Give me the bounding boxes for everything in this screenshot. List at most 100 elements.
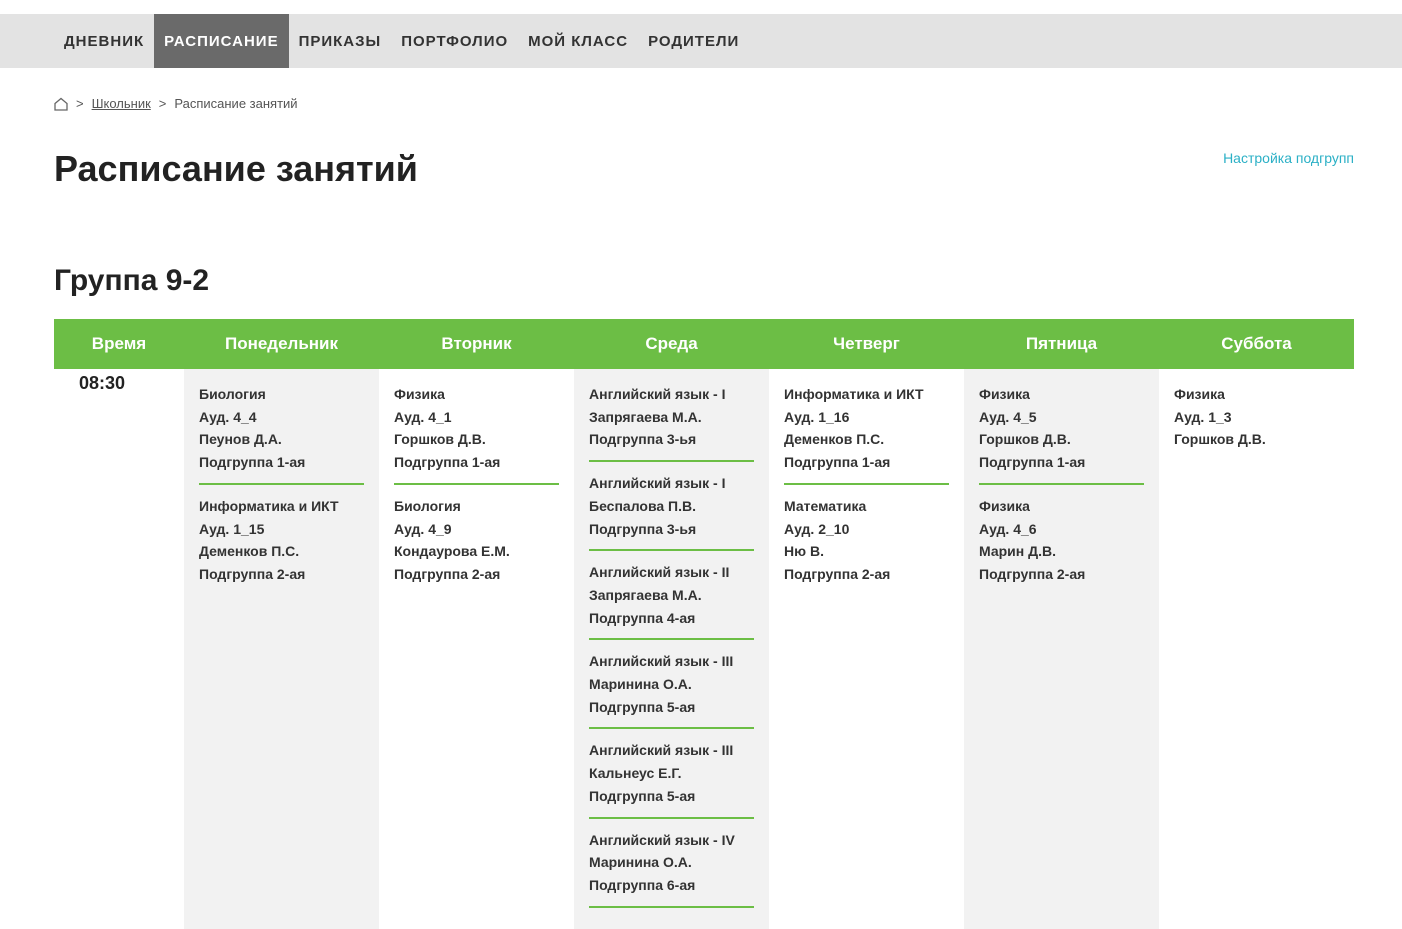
- lesson-entry[interactable]: Физика Ауд. 4_5 Горшков Д.В. Подгруппа 1-ая: [979, 383, 1144, 485]
- lesson-line: Подгруппа 6-ая: [589, 876, 696, 893]
- lesson-line: Пеунов Д.А.: [199, 431, 282, 448]
- lesson-entry[interactable]: Информатика и ИКТ Ауд. 1_16 Деменков П.С. П…: [784, 383, 949, 485]
- lesson-line: Марин Д.В.: [979, 543, 1056, 560]
- lesson-line: Подгруппа 1-ая: [199, 454, 306, 471]
- lesson-line: Английский язык - I: [589, 386, 726, 402]
- schedule-header-row: Время Понедельник Вторник Среда Четверг Пятни…: [54, 319, 1354, 369]
- lesson-entry[interactable]: Физика Ауд. 4_1 Горшков Д.В. Подгруппа 1-ая: [394, 383, 559, 485]
- lesson-line: Подгруппа 4-ая: [589, 609, 696, 626]
- lesson-line: Подгруппа 2-ая: [784, 565, 891, 582]
- lesson-line: Деменков П.С.: [784, 431, 885, 448]
- lesson-line: Подгруппа 2-ая: [394, 565, 501, 582]
- schedule-table: Время Понедельник Вторник Среда Четверг Пятни…: [54, 319, 1354, 929]
- lesson-entry[interactable]: Физика Ауд. 1_3 Горшков Д.В.: [1174, 383, 1339, 460]
- lesson-line: Биология: [394, 497, 461, 514]
- lesson-line: Ауд. 2_10: [784, 520, 850, 537]
- day-cell-5: Физика Ауд. 4_5 Горшков Д.В. Подгруппа 1-ая…: [964, 369, 1159, 929]
- lesson-line: Горшков Д.В.: [979, 431, 1071, 448]
- lesson-line: Кондаурова Е.М.: [394, 543, 510, 560]
- breadcrumb-current: Расписание занятий: [174, 96, 298, 111]
- lesson-entry[interactable]: Математика Ауд. 2_10 Ню В. Подгруппа 2-ая: [784, 495, 949, 595]
- day-cell-6: Физика Ауд. 1_3 Горшков Д.В.: [1159, 369, 1354, 929]
- subgroup-settings-link[interactable]: Настройка подгрупп: [1223, 150, 1354, 166]
- lesson-line: Физика: [394, 386, 445, 402]
- nav-item-1[interactable]: Дневник: [54, 14, 154, 68]
- lesson-line: Подгруппа 5-ая: [589, 698, 696, 715]
- lesson-entry[interactable]: Биология Ауд. 4_9 Кондаурова Е.М. Подгруппа…: [394, 495, 559, 595]
- lesson-entry[interactable]: Английский язык - II Запрягаева М.А. Подгр…: [589, 561, 754, 641]
- lesson-line: Английский язык - III: [589, 653, 734, 670]
- page-title: Расписание занятий: [54, 148, 418, 189]
- lesson-line: Маринина О.А.: [589, 676, 692, 693]
- group-title: Группа 9-2: [54, 264, 210, 297]
- lesson-entry[interactable]: Английский язык - I Беспалова П.В. Подгруп…: [589, 472, 754, 552]
- header-time: Время: [91, 334, 147, 353]
- lesson-line: Ню В.: [784, 543, 824, 560]
- home-icon[interactable]: [54, 97, 68, 111]
- lesson-line: Подгруппа 1-ая: [394, 454, 501, 471]
- day-cell-1: Биология Ауд. 4_4 Пеунов Д.А. Подгруппа 1-а…: [184, 369, 379, 929]
- lesson-entry[interactable]: Английский язык - III Кальнеус Е.Г. Подгру…: [589, 739, 754, 819]
- lesson-line: Горшков Д.В.: [394, 431, 486, 448]
- schedule-body-row: 08:30 Биология Ауд. 4_4 Пеунов Д.А. Подгруп…: [54, 369, 1354, 929]
- lesson-line: Математика: [784, 497, 867, 514]
- nav-list: Дневник Расписание Приказы Портфолио Мой кла…: [0, 14, 1402, 68]
- lesson-line: Физика: [979, 386, 1030, 402]
- day-cell-3: Английский язык - I Запрягаева М.А. Подгру…: [574, 369, 769, 929]
- lesson-line: Подгруппа 2-ая: [979, 565, 1086, 582]
- lesson-line: Ауд. 1_15: [199, 520, 265, 537]
- lesson-line: Ауд. 4_9: [394, 520, 452, 537]
- lesson-line: Подгруппа 1-ая: [979, 454, 1086, 471]
- nav-item-3[interactable]: Приказы: [289, 14, 392, 68]
- lesson-entry[interactable]: Физика Ауд. 4_6 Марин Д.В. Подгруппа 2-ая: [979, 495, 1144, 595]
- breadcrumb-link-student[interactable]: Школьник: [92, 96, 151, 111]
- day-cell-2: Физика Ауд. 4_1 Горшков Д.В. Подгруппа 1-ая…: [379, 369, 574, 929]
- header-day-2: Вторник: [441, 334, 512, 353]
- nav-item-6[interactable]: Родители: [638, 14, 749, 68]
- breadcrumb-separator: >: [76, 96, 84, 111]
- lesson-entry[interactable]: Информатика и ИКТ Ауд. 1_15 Деменков П.С. П…: [199, 495, 364, 595]
- lesson-line: Ауд. 1_3: [1174, 408, 1232, 425]
- header-day-3: Среда: [645, 334, 698, 353]
- lesson-line: Ауд. 4_6: [979, 520, 1037, 537]
- breadcrumb-separator: >: [158, 96, 167, 111]
- lesson-line: Информатика и ИКТ: [199, 497, 339, 514]
- lesson-line: Деменков П.С.: [199, 543, 300, 560]
- lesson-line: Информатика и ИКТ: [784, 386, 924, 402]
- lesson-line: Ауд. 4_4: [199, 408, 257, 425]
- lesson-line: Беспалова П.В.: [589, 497, 697, 514]
- lesson-line: Английский язык - IV: [589, 831, 735, 848]
- lesson-entry[interactable]: Английский язык - III Маринина О.А. Подгру…: [589, 650, 754, 730]
- lesson-line: Физика: [979, 497, 1030, 514]
- day-cell-4: Информатика и ИКТ Ауд. 1_16 Деменков П.С. П…: [769, 369, 964, 929]
- lesson-line: Ауд. 4_1: [394, 408, 452, 425]
- lesson-line: Физика: [1174, 386, 1225, 402]
- nav-item-2[interactable]: Расписание: [154, 14, 289, 68]
- breadcrumb: > Школьник > Расписание занятий: [54, 96, 298, 111]
- lesson-line: Запрягаева М.А.: [589, 586, 702, 603]
- lesson-line: Биология: [199, 386, 266, 402]
- header-day-5: Пятница: [1025, 334, 1098, 353]
- lesson-entry[interactable]: Английский язык - I Запрягаева М.А. Подгру…: [589, 383, 754, 463]
- nav-item-5[interactable]: Мой класс: [518, 14, 638, 68]
- time-cell: 08:30: [79, 373, 126, 393]
- lesson-entry[interactable]: Биология Ауд. 4_4 Пеунов Д.А. Подгруппа 1-а…: [199, 383, 364, 485]
- lesson-line: Английский язык - II: [589, 564, 730, 581]
- lesson-line: Кальнеус Е.Г.: [589, 765, 682, 782]
- lesson-line: Подгруппа 2-ая: [199, 565, 306, 582]
- lesson-line: Ауд. 1_16: [784, 408, 850, 425]
- lesson-line: Подгруппа 5-ая: [589, 787, 696, 804]
- lesson-line: Подгруппа 1-ая: [784, 454, 891, 471]
- lesson-entry[interactable]: Английский язык - IV Маринина О.А. Подгруп…: [589, 829, 754, 908]
- lesson-line: Английский язык - III: [589, 742, 734, 759]
- lesson-line: Подгруппа 3-ья: [589, 431, 697, 448]
- header-day-4: Четверг: [833, 334, 900, 353]
- lesson-line: Горшков Д.В.: [1174, 431, 1266, 448]
- nav-item-4[interactable]: Портфолио: [391, 14, 518, 68]
- header-day-6: Суббота: [1221, 334, 1292, 353]
- lesson-line: Ауд. 4_5: [979, 408, 1037, 425]
- lesson-line: Подгруппа 3-ья: [589, 520, 697, 537]
- lesson-line: Запрягаева М.А.: [589, 408, 702, 425]
- header-day-1: Понедельник: [224, 334, 339, 353]
- top-navigation: Дневник Расписание Приказы Портфолио Мой кла…: [0, 14, 1402, 68]
